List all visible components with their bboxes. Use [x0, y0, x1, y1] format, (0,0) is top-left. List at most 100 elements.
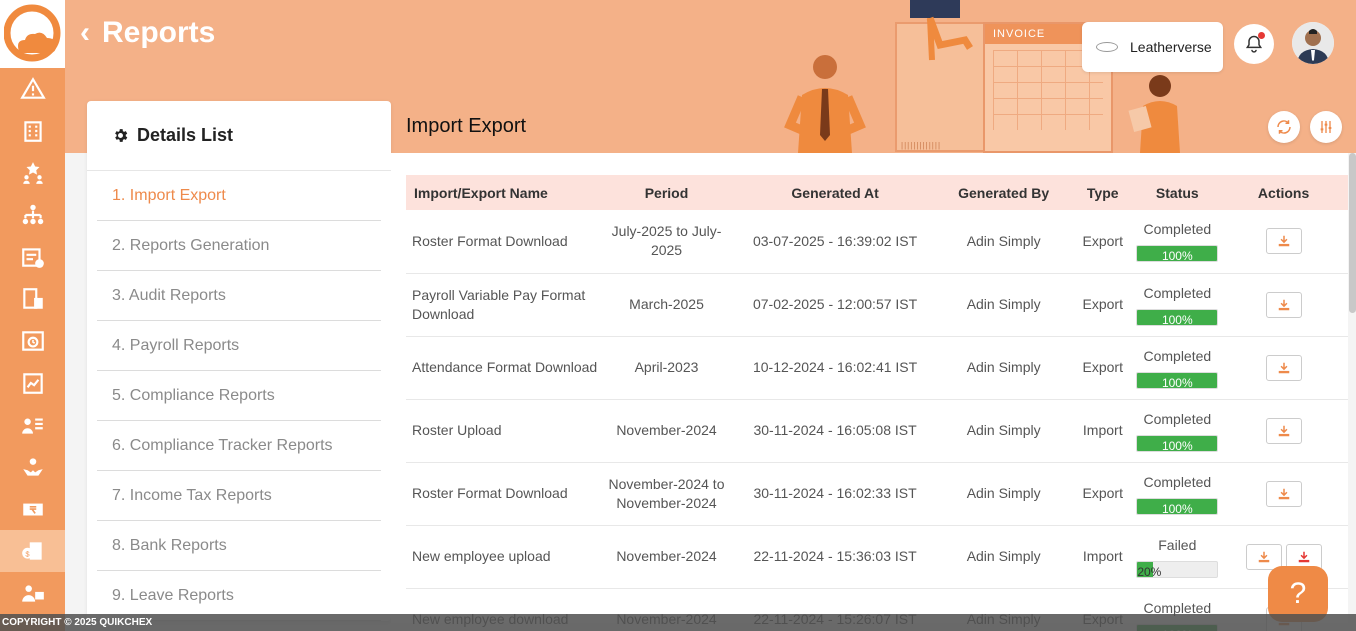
page-heading: ‹ Reports	[80, 16, 215, 50]
progress-percent: 20%	[1137, 564, 1162, 578]
column-header[interactable]: Generated By	[937, 175, 1071, 210]
rail-item-users[interactable]	[0, 572, 65, 614]
rail-item-clipboard-chart[interactable]	[0, 362, 65, 404]
clipboard-chart-icon	[22, 373, 43, 394]
report-money-icon: $	[21, 542, 42, 560]
status-text: Completed	[1143, 473, 1212, 490]
details-list-item[interactable]: 8. Bank Reports	[97, 521, 381, 571]
download-icon	[1298, 551, 1309, 562]
row-generated-by: Adin Simply	[937, 462, 1071, 526]
rail-item-building[interactable]	[0, 110, 65, 152]
status-text: Completed	[1143, 284, 1212, 301]
filter-button[interactable]	[1310, 111, 1342, 143]
row-generated-at: 03-07-2025 - 16:39:02 IST	[732, 210, 938, 274]
sliders-icon	[1320, 121, 1332, 133]
rail-item-report-money[interactable]: $	[0, 530, 65, 572]
company-logo-icon	[1096, 42, 1118, 52]
download-icon	[1278, 488, 1289, 499]
status-text: Failed	[1158, 536, 1197, 553]
help-icon: ?	[1289, 577, 1307, 610]
details-list-title: Details List	[137, 125, 234, 145]
gear-icon	[115, 129, 128, 142]
rail-item-clock-calendar[interactable]	[0, 320, 65, 362]
download-button[interactable]	[1265, 291, 1302, 318]
details-list-item[interactable]: 1. Import Export	[97, 171, 381, 221]
progress-bar: 100%	[1136, 245, 1219, 263]
details-list-item[interactable]: 2. Reports Generation	[97, 221, 381, 271]
row-type: Import	[1070, 525, 1136, 589]
refresh-button[interactable]	[1268, 111, 1300, 143]
progress-bar: 100%	[1136, 371, 1219, 389]
row-name: Roster Upload	[406, 399, 601, 463]
company-switcher[interactable]: Leatherverse	[1082, 22, 1223, 72]
row-type: Import	[1070, 399, 1136, 463]
column-header[interactable]: Generated At	[732, 175, 938, 210]
details-list-item[interactable]: 4. Payroll Reports	[97, 321, 381, 371]
illustration-barcode: |||||||||||||	[901, 141, 942, 150]
row-actions	[1219, 336, 1348, 400]
table-row: Roster Upload November-2024 30-11-2024 - 1…	[406, 399, 1348, 463]
illustration-man-icon	[784, 55, 866, 153]
notification-badge	[1258, 32, 1265, 39]
column-header[interactable]: Status	[1135, 175, 1220, 210]
refresh-icon	[1277, 120, 1291, 134]
download-button[interactable]	[1245, 543, 1282, 570]
details-list-item[interactable]: 5. Compliance Reports	[97, 371, 381, 421]
hand-care-icon	[22, 458, 43, 476]
table-row: New employee upload November-2024 22-11-20…	[406, 525, 1348, 589]
rail-item-star-people[interactable]	[0, 152, 65, 194]
row-generated-by: Adin Simply	[937, 525, 1071, 589]
details-list-item[interactable]: 7. Income Tax Reports	[97, 471, 381, 521]
row-generated-at: 10-12-2024 - 16:02:41 IST	[732, 336, 938, 400]
row-type: Export	[1070, 336, 1136, 400]
row-type: Export	[1070, 462, 1136, 526]
rail-item-org-chart[interactable]	[0, 194, 65, 236]
table-row: Roster Format Download July-2025 to July-…	[406, 210, 1348, 274]
progress-percent: 100%	[1161, 249, 1193, 263]
status-text: Completed	[1143, 410, 1212, 427]
rail-item-document-calc[interactable]	[0, 278, 65, 320]
rail-item-hand-care[interactable]	[0, 446, 65, 488]
footer-copyright: COPYRIGHT © 2025 QUIKCHEX	[0, 614, 1356, 631]
progress-percent: 100%	[1161, 501, 1193, 515]
users-icon	[21, 585, 44, 602]
left-icon-rail: $	[0, 0, 65, 631]
row-status: Failed 20%	[1135, 525, 1220, 589]
download-icon	[1278, 362, 1289, 373]
download-button[interactable]	[1265, 354, 1302, 381]
alert-icon	[19, 77, 46, 99]
org-chart-icon	[22, 204, 43, 225]
download-button[interactable]	[1265, 228, 1302, 255]
row-status: Completed 100%	[1135, 210, 1220, 274]
column-header[interactable]: Type	[1070, 175, 1136, 210]
vertical-scrollbar[interactable]	[1349, 153, 1356, 313]
download-button[interactable]	[1265, 480, 1302, 507]
details-list-panel: Details List 1. Import Export 2. Reports …	[87, 101, 391, 621]
row-type: Export	[1070, 273, 1136, 337]
download-icon	[1258, 551, 1269, 562]
row-period: November-2024	[600, 399, 733, 463]
notifications-button[interactable]	[1234, 24, 1274, 64]
back-chevron-icon[interactable]: ‹	[80, 16, 90, 50]
rail-item-calendar-check[interactable]	[0, 236, 65, 278]
star-people-icon	[22, 162, 43, 184]
rail-item-user-list[interactable]	[0, 404, 65, 446]
column-header: Actions	[1219, 175, 1348, 210]
rail-item-rupee-note[interactable]	[0, 488, 65, 530]
download-icon	[1278, 425, 1289, 436]
app-logo[interactable]	[0, 0, 65, 68]
user-avatar[interactable]	[1292, 22, 1334, 64]
progress-percent: 100%	[1161, 312, 1193, 326]
rail-item-alert[interactable]	[0, 68, 65, 110]
details-list-header: Details List	[87, 101, 391, 171]
column-header[interactable]: Period	[600, 175, 733, 210]
details-list-item[interactable]: 3. Audit Reports	[97, 271, 381, 321]
row-name: Payroll Variable Pay Format Download	[406, 273, 601, 337]
download-button[interactable]	[1265, 417, 1302, 444]
row-generated-by: Adin Simply	[937, 336, 1071, 400]
download-icon	[1278, 299, 1289, 310]
building-icon	[23, 121, 42, 142]
column-header[interactable]: Import/Export Name	[406, 175, 601, 210]
details-list-item[interactable]: 6. Compliance Tracker Reports	[97, 421, 381, 471]
progress-bar: 100%	[1136, 497, 1219, 515]
